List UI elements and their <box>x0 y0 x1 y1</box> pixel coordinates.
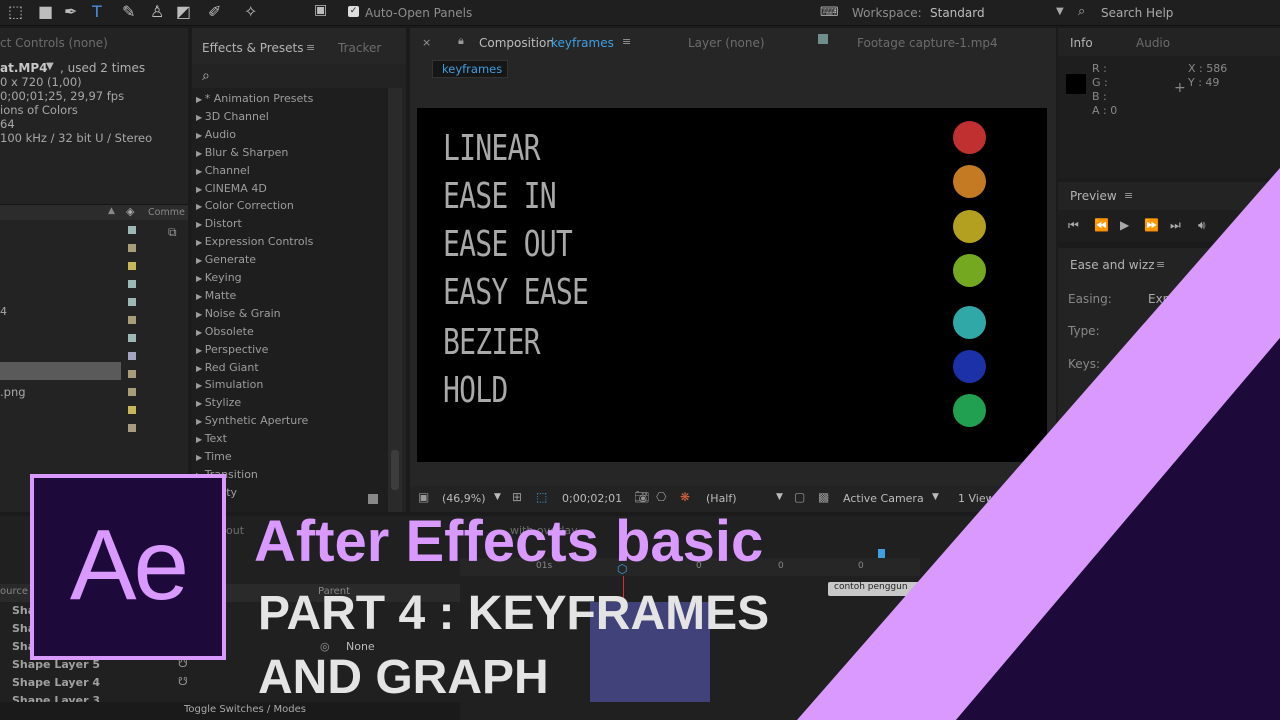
video-title: After Effects basic <box>254 509 764 574</box>
video-subtitle-line1: PART 4 : KEYFRAMES <box>258 587 770 640</box>
video-subtitle-line2: AND GRAPH <box>258 651 549 704</box>
after-effects-logo: Ae <box>30 474 226 660</box>
logo-text: Ae <box>69 509 189 621</box>
